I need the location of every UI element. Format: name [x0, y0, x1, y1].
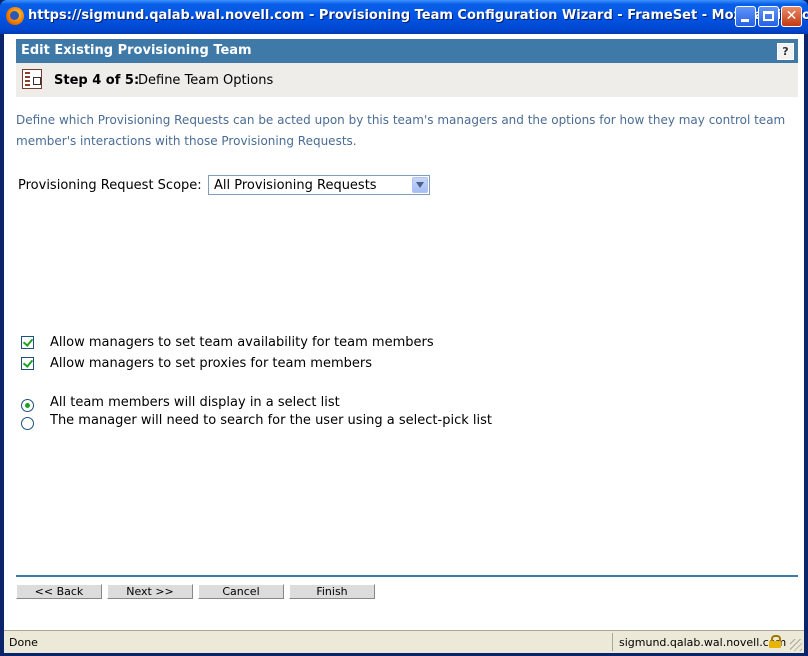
close-button[interactable]: ✕ [781, 6, 802, 27]
select-pick-radio[interactable] [21, 417, 34, 430]
wizard-step-icon [22, 69, 42, 89]
step-description: Define which Provisioning Requests can b… [16, 113, 786, 148]
chevron-down-icon[interactable] [412, 177, 428, 193]
maximize-button[interactable] [758, 6, 779, 27]
scope-label: Provisioning Request Scope: [18, 178, 202, 193]
status-text: Done [9, 636, 38, 649]
step-indicator: Step 4 of 5: Define Team Options [16, 63, 798, 97]
select-list-label: All team members will display in a selec… [50, 395, 340, 410]
scope-selected-value: All Provisioning Requests [214, 178, 377, 193]
proxies-label: Allow managers to set proxies for team m… [50, 356, 372, 371]
page-title: Edit Existing Provisioning Team [21, 43, 252, 58]
firefox-icon [6, 7, 24, 25]
back-button[interactable]: << Back [16, 584, 102, 599]
title-bar[interactable]: https://sigmund.qalab.wal.novell.com - P… [0, 0, 808, 34]
select-list-radio[interactable] [21, 399, 34, 412]
step-label: Step 4 of 5: [54, 73, 140, 88]
minimize-icon [741, 19, 749, 22]
footer-divider [16, 575, 798, 577]
lock-icon[interactable] [769, 635, 781, 648]
maximize-icon [763, 11, 774, 21]
availability-checkbox[interactable] [21, 336, 34, 349]
cancel-button[interactable]: Cancel [198, 584, 284, 599]
select-pick-label: The manager will need to search for the … [50, 413, 492, 428]
resize-grip-icon[interactable] [790, 639, 802, 651]
availability-label: Allow managers to set team availability … [50, 335, 434, 350]
status-bar: Done sigmund.qalab.wal.novell.com [4, 630, 804, 653]
wizard-header: Edit Existing Provisioning Team ? [16, 39, 798, 63]
window-title: https://sigmund.qalab.wal.novell.com - P… [28, 8, 808, 23]
minimize-button[interactable] [735, 6, 756, 27]
help-button[interactable]: ? [777, 43, 794, 60]
close-icon: ✕ [785, 8, 798, 24]
status-divider [612, 633, 613, 651]
page-content: Edit Existing Provisioning Team ? Step 4… [4, 34, 804, 630]
browser-window: https://sigmund.qalab.wal.novell.com - P… [0, 0, 808, 656]
status-host: sigmund.qalab.wal.novell.com [619, 636, 787, 649]
scope-select[interactable]: All Provisioning Requests [208, 175, 430, 195]
step-name: Define Team Options [138, 73, 274, 88]
finish-button[interactable]: Finish [289, 584, 375, 599]
next-button[interactable]: Next >> [107, 584, 193, 599]
proxies-checkbox[interactable] [21, 357, 34, 370]
